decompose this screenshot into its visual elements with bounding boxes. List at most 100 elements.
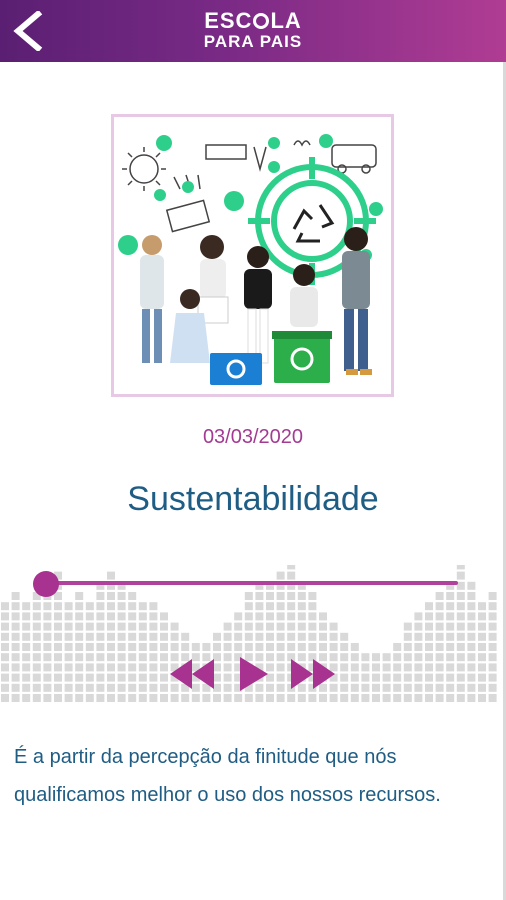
- waveform-bar-segment: [107, 571, 115, 580]
- waveform-bar-segment: [223, 653, 232, 662]
- waveform-bar-segment: [32, 663, 41, 672]
- waveform-bar-segment: [255, 612, 264, 621]
- fast-forward-icon: [291, 659, 335, 689]
- waveform-bar-segment: [149, 632, 158, 641]
- waveform-bar-segment: [488, 694, 497, 702]
- waveform-bar-segment: [478, 694, 486, 702]
- waveform-bar-segment: [117, 653, 126, 662]
- play-icon: [240, 657, 268, 691]
- waveform-bar-segment: [22, 602, 31, 611]
- waveform-bar-segment: [75, 683, 84, 692]
- waveform-bar-segment: [107, 592, 115, 600]
- waveform-bar-segment: [64, 622, 73, 631]
- waveform-bar-segment: [446, 663, 455, 672]
- waveform-bar-segment: [435, 683, 444, 692]
- progress-thumb[interactable]: [33, 571, 59, 597]
- waveform-bar-segment: [446, 683, 455, 692]
- waveform-bar-segment: [467, 592, 476, 600]
- waveform-bar-segment: [149, 653, 158, 662]
- waveform-bar-segment: [467, 694, 476, 702]
- waveform-bar-segment: [234, 612, 243, 621]
- waveform-bar-segment: [43, 612, 52, 621]
- waveform-bar-segment: [488, 673, 497, 682]
- waveform-bar-segment: [223, 622, 232, 631]
- waveform-bar-segment: [456, 694, 465, 702]
- waveform-bar-segment: [117, 592, 126, 600]
- waveform-bar-segment: [160, 663, 168, 672]
- waveform-bar-segment: [435, 653, 444, 662]
- waveform-bar-segment: [403, 683, 412, 692]
- waveform-bar-segment: [22, 694, 31, 702]
- waveform-bar-segment: [128, 602, 137, 611]
- waveform-bar-segment: [85, 653, 94, 662]
- waveform-bar-segment: [170, 694, 179, 702]
- waveform-bar-segment: [107, 653, 115, 662]
- waveform-bar-segment: [22, 683, 31, 692]
- waveform-bar-segment: [446, 653, 455, 662]
- waveform-bar-segment: [297, 592, 306, 600]
- rewind-button[interactable]: [170, 657, 214, 691]
- waveform-bar-segment: [1, 663, 9, 672]
- waveform-bar-segment: [117, 673, 126, 682]
- waveform-bar-segment: [456, 565, 465, 570]
- fast-forward-button[interactable]: [291, 657, 335, 691]
- waveform-bar-segment: [160, 683, 168, 692]
- waveform-bar-segment: [22, 632, 31, 641]
- waveform-bar-segment: [11, 612, 20, 621]
- waveform-bar-segment: [255, 632, 264, 641]
- waveform-bar-segment: [414, 632, 423, 641]
- waveform-bar-segment: [191, 643, 200, 651]
- waveform-bar-segment: [96, 612, 105, 621]
- waveform-bar-segment: [128, 632, 137, 641]
- waveform-bar-segment: [32, 622, 41, 631]
- waveform-bar-segment: [435, 673, 444, 682]
- waveform-bar-segment: [393, 683, 402, 692]
- waveform-bar-segment: [213, 694, 221, 702]
- progress-track[interactable]: [44, 581, 458, 585]
- waveform-bar-segment: [308, 592, 317, 600]
- waveform-bar-segment: [276, 612, 285, 621]
- waveform-bar-segment: [350, 694, 359, 702]
- waveform-bar-segment: [181, 643, 190, 651]
- waveform-bar-segment: [297, 612, 306, 621]
- waveform-bar-segment: [128, 643, 137, 651]
- waveform-bar-segment: [478, 673, 486, 682]
- logo-text-part2: LA: [270, 8, 302, 33]
- waveform-bar-segment: [32, 694, 41, 702]
- waveform-bar-segment: [170, 632, 179, 641]
- waveform-bar-segment: [107, 602, 115, 611]
- waveform-bar-segment: [425, 643, 433, 651]
- waveform-bar-segment: [128, 683, 137, 692]
- waveform-bar-segment: [107, 643, 115, 651]
- waveform-bar-segment: [54, 653, 62, 662]
- waveform-bar-segment: [96, 643, 105, 651]
- waveform-bar-segment: [64, 673, 73, 682]
- waveform-bar-segment: [361, 694, 370, 702]
- waveform-bar-segment: [255, 602, 264, 611]
- waveform-bar-segment: [213, 632, 221, 641]
- waveform-bar-segment: [319, 694, 327, 702]
- waveform-bar-segment: [255, 643, 264, 651]
- waveform-bar-segment: [372, 673, 380, 682]
- waveform-bar-segment: [85, 694, 94, 702]
- waveform-bar-segment: [234, 694, 243, 702]
- waveform-bar-segment: [456, 581, 465, 590]
- waveform-bar-segment: [467, 602, 476, 611]
- waveform-bar-segment: [191, 694, 200, 702]
- waveform-bar-segment: [223, 694, 232, 702]
- waveform-bar-segment: [393, 643, 402, 651]
- waveform-bar-segment: [297, 632, 306, 641]
- waveform-bar-segment: [170, 622, 179, 631]
- waveform-bar-segment: [435, 592, 444, 600]
- waveform-bar-segment: [128, 673, 137, 682]
- waveform-bar-segment: [478, 632, 486, 641]
- waveform-bar-segment: [43, 602, 52, 611]
- play-button[interactable]: [240, 657, 268, 691]
- waveform-bar-segment: [128, 694, 137, 702]
- waveform-bar-segment: [276, 571, 285, 580]
- waveform-bar-segment: [456, 683, 465, 692]
- waveform-bar-segment: [22, 622, 31, 631]
- waveform-bar-segment: [340, 683, 349, 692]
- waveform-bar-segment: [149, 622, 158, 631]
- waveform-bar-segment: [1, 643, 9, 651]
